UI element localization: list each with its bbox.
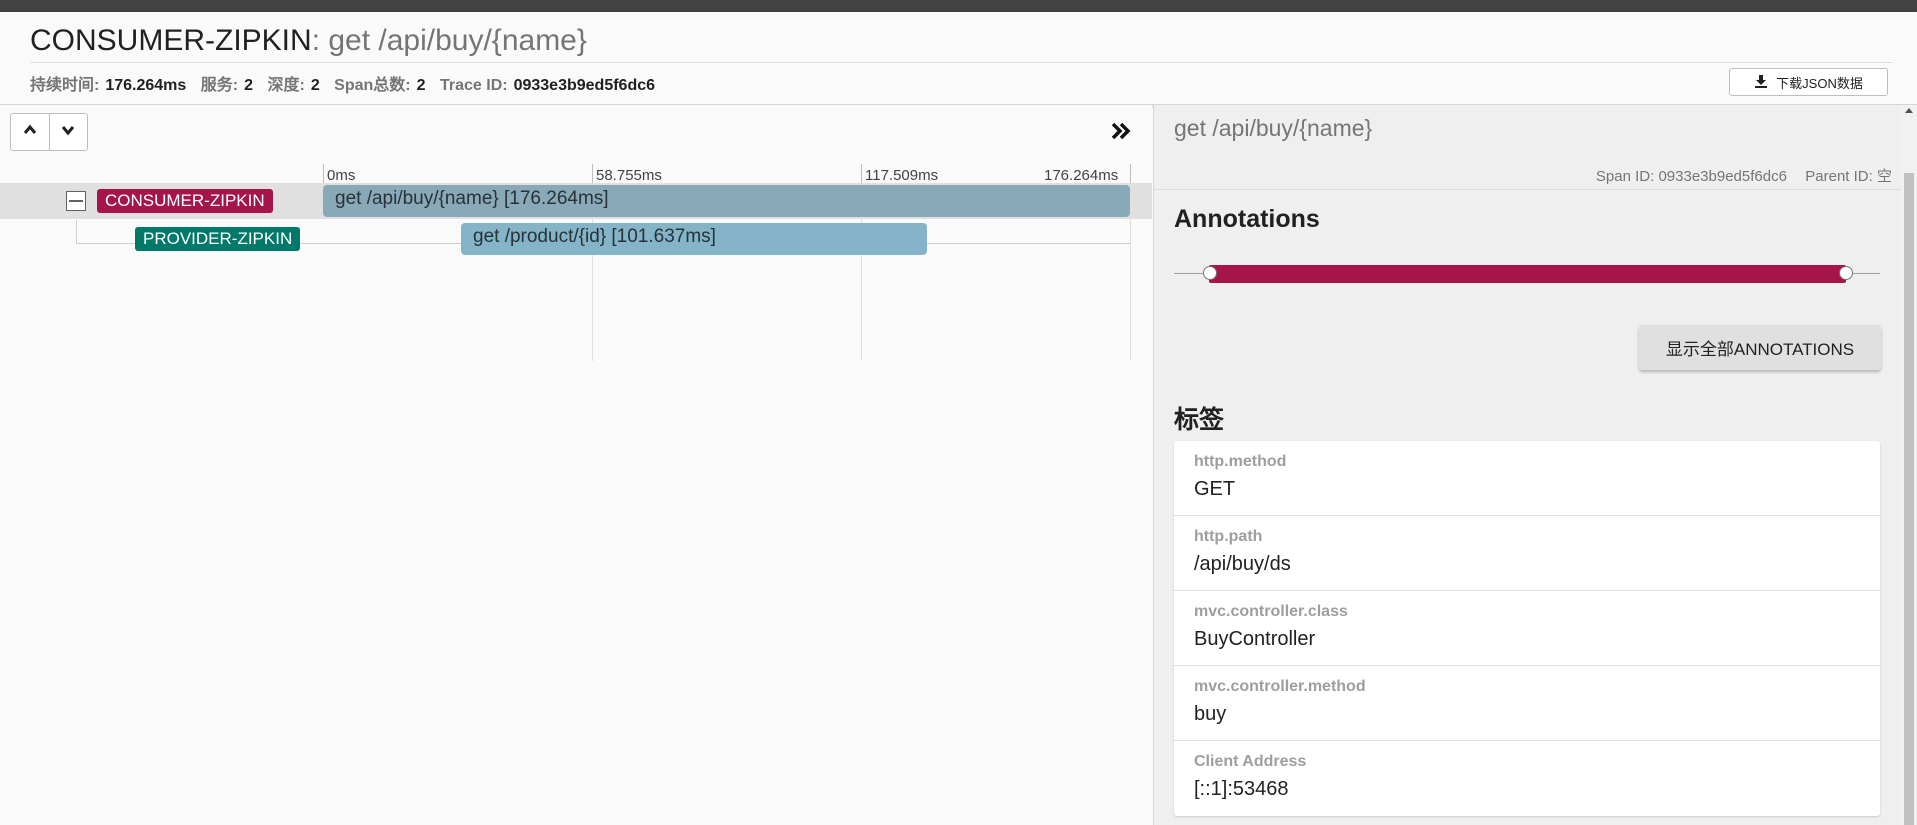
download-json-label: 下载JSON数据 bbox=[1776, 75, 1863, 91]
parent-id-value: 空 bbox=[1876, 168, 1892, 185]
span-id-label: Span ID: bbox=[1595, 168, 1655, 185]
scroll-up-arrow[interactable] bbox=[1905, 108, 1913, 113]
span-navigation bbox=[10, 113, 88, 151]
tick-label: 0ms bbox=[327, 167, 356, 184]
tick-label: 117.509ms bbox=[865, 167, 939, 184]
chevron-up-icon bbox=[23, 123, 37, 142]
scroll-thumb[interactable] bbox=[1904, 173, 1914, 825]
span-count-value: 2 bbox=[416, 77, 426, 94]
services-label: 服务: bbox=[200, 77, 239, 94]
trace-summary: 持续时间: 176.264ms 服务: 2 深度: 2 Span总数: 2 Trace … bbox=[30, 71, 665, 95]
tag-value: GET bbox=[1194, 478, 1236, 500]
tag-item: http.path /api/buy/ds bbox=[1174, 516, 1880, 591]
trace-id-label: Trace ID: bbox=[439, 77, 508, 94]
title-service-name: CONSUMER-ZIPKIN bbox=[30, 24, 312, 57]
download-json-button[interactable]: 下载JSON数据 bbox=[1729, 68, 1888, 96]
depth-value: 2 bbox=[310, 77, 320, 94]
detail-span-name: get /api/buy/{name} bbox=[1174, 115, 1373, 141]
span-detail-header: get /api/buy/{name} Span ID: 0933e3b9ed5… bbox=[1154, 105, 1902, 190]
title-separator: : bbox=[311, 24, 329, 57]
duration-label: 持续时间: bbox=[30, 77, 100, 94]
toggle-detail-panel-button[interactable] bbox=[1109, 121, 1133, 145]
tag-key: http.method bbox=[1194, 453, 1287, 470]
depth-label: 深度: bbox=[267, 77, 305, 94]
span-row[interactable]: CONSUMER-ZIPKIN get /api/buy/{name} [176… bbox=[0, 183, 1152, 219]
annotation-end-marker[interactable] bbox=[1839, 266, 1853, 280]
detail-scrollbar[interactable] bbox=[1901, 105, 1917, 825]
tag-item: mvc.controller.method buy bbox=[1174, 666, 1880, 741]
tag-value: buy bbox=[1194, 703, 1227, 725]
tick-label: 58.755ms bbox=[596, 167, 662, 184]
title-divider bbox=[30, 62, 1893, 63]
trace-header: CONSUMER-ZIPKIN: get /api/buy/{name} 持续时… bbox=[0, 12, 1917, 105]
previous-span-button[interactable] bbox=[11, 114, 49, 150]
tag-key: mvc.controller.method bbox=[1194, 678, 1366, 695]
tag-value: BuyController bbox=[1194, 628, 1316, 650]
tag-value: /api/buy/ds bbox=[1194, 553, 1291, 575]
annotation-start-marker[interactable] bbox=[1203, 266, 1217, 280]
tag-item: Client Address [::1]:53468 bbox=[1174, 741, 1880, 816]
service-badge: CONSUMER-ZIPKIN bbox=[97, 189, 273, 213]
tags-heading: 标签 bbox=[1174, 406, 1225, 434]
tag-item: http.method GET bbox=[1174, 441, 1880, 516]
span-count-label: Span总数: bbox=[334, 77, 411, 94]
tick-label: 176.264ms bbox=[1044, 167, 1119, 184]
parent-id-label: Parent ID: bbox=[1805, 168, 1873, 185]
span-row[interactable]: PROVIDER-ZIPKIN get /product/{id} [101.6… bbox=[0, 220, 1152, 256]
tags-list: http.method GET http.path /api/buy/ds mv… bbox=[1174, 441, 1880, 816]
tag-key: mvc.controller.class bbox=[1194, 603, 1348, 620]
service-badge: PROVIDER-ZIPKIN bbox=[135, 227, 301, 251]
span-id-value: 0933e3b9ed5f6dc6 bbox=[1658, 168, 1787, 185]
collapse-icon[interactable] bbox=[66, 191, 86, 211]
tag-value: [::1]:53468 bbox=[1194, 778, 1289, 800]
next-span-button[interactable] bbox=[48, 114, 88, 150]
tag-key: Client Address bbox=[1194, 753, 1307, 770]
browser-top-bar bbox=[0, 0, 1917, 12]
trace-id-value: 0933e3b9ed5f6dc6 bbox=[513, 77, 656, 94]
tag-key: http.path bbox=[1194, 528, 1263, 545]
title-span-name: get /api/buy/{name} bbox=[328, 24, 587, 57]
tag-item: mvc.controller.class BuyController bbox=[1174, 591, 1880, 666]
double-chevron-right-icon bbox=[1110, 121, 1132, 146]
duration-value: 176.264ms bbox=[105, 77, 187, 94]
chevron-down-icon bbox=[61, 123, 75, 142]
span-ids: Span ID: 0933e3b9ed5f6dc6 Parent ID: 空 bbox=[1596, 165, 1892, 186]
page-title: CONSUMER-ZIPKIN: get /api/buy/{name} bbox=[30, 24, 587, 58]
show-all-annotations-button[interactable]: 显示全部ANNOTATIONS bbox=[1639, 325, 1881, 370]
span-detail-panel: get /api/buy/{name} Span ID: 0933e3b9ed5… bbox=[1153, 105, 1902, 825]
annotation-span-bar bbox=[1209, 265, 1846, 283]
timeline-pane: 0ms 58.755ms 117.509ms 176.264ms CONSUME… bbox=[0, 105, 1152, 825]
download-icon bbox=[1754, 74, 1768, 91]
span-bar[interactable]: get /api/buy/{name} [176.264ms] bbox=[323, 185, 1130, 217]
annotations-heading: Annotations bbox=[1174, 205, 1320, 233]
services-value: 2 bbox=[244, 77, 254, 94]
span-bar[interactable]: get /product/{id} [101.637ms] bbox=[461, 223, 927, 255]
